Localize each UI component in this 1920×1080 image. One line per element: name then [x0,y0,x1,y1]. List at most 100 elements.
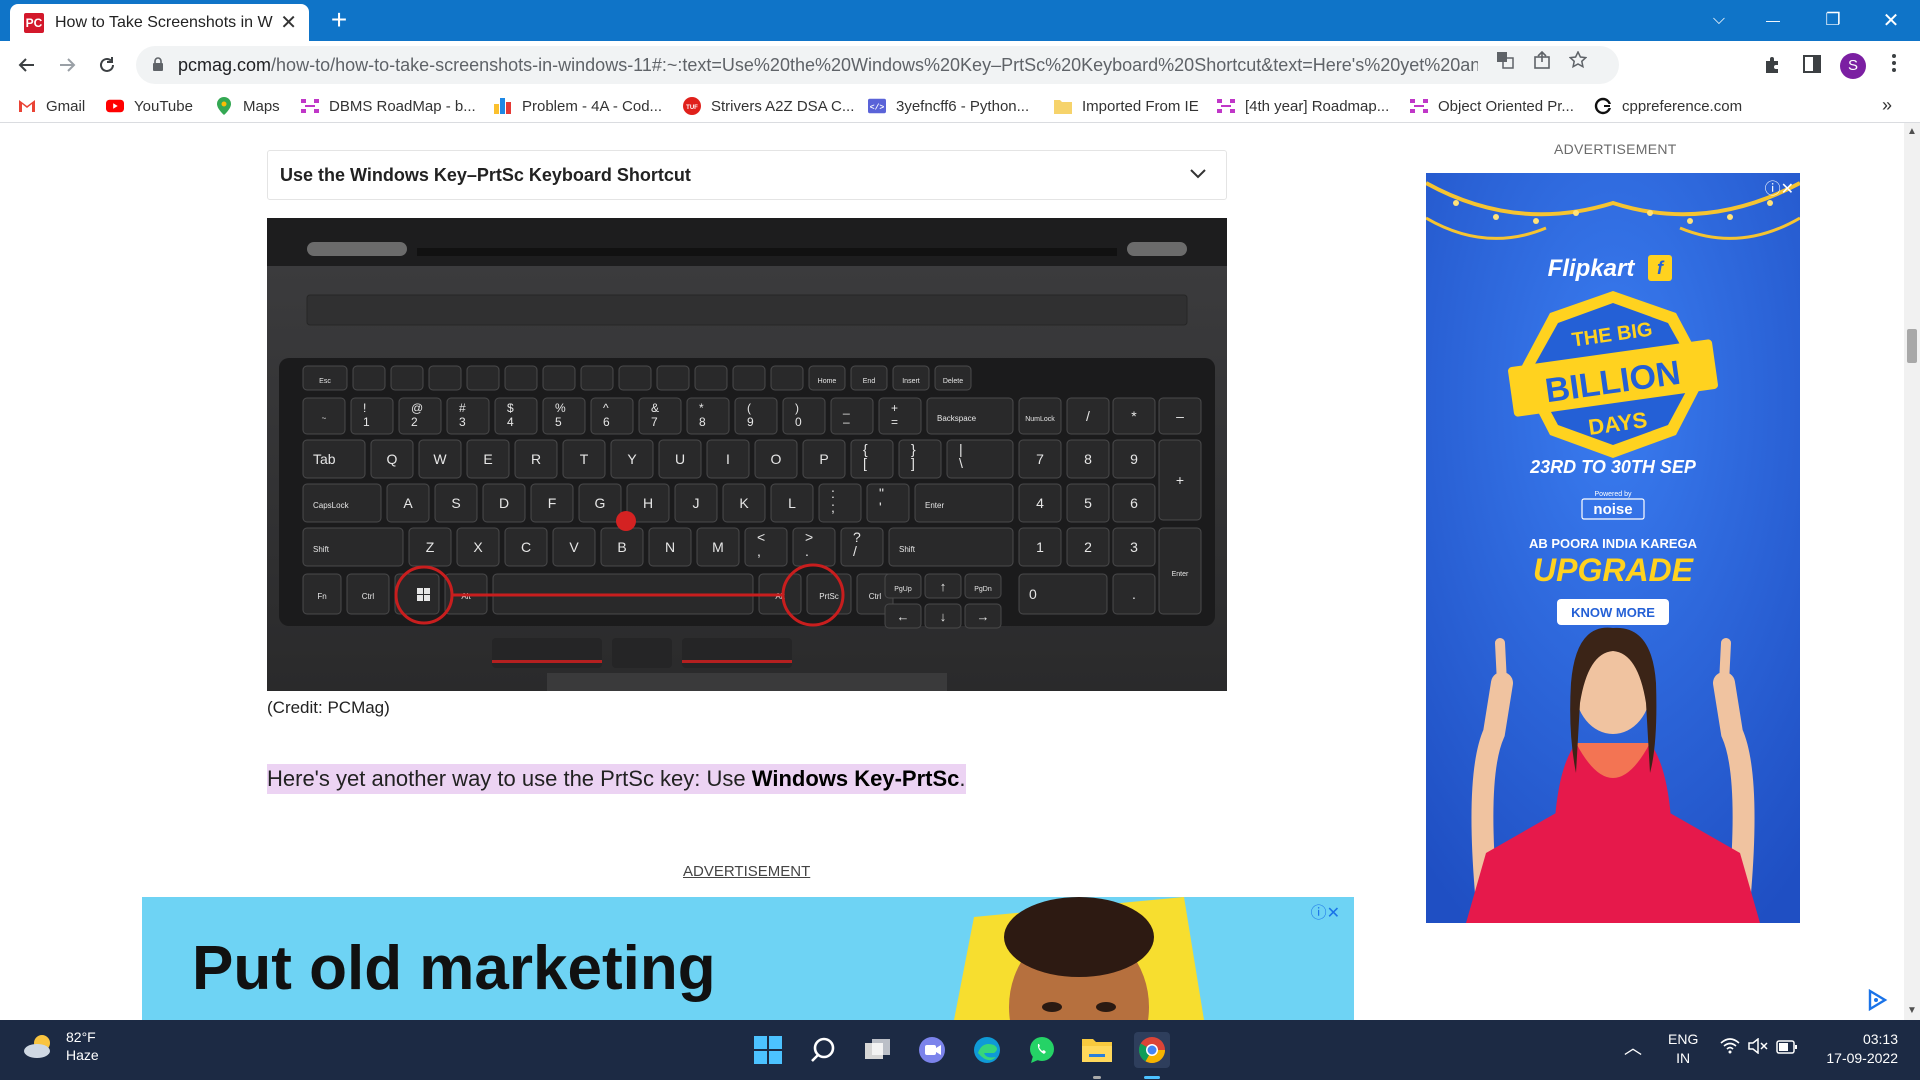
chrome-taskbar-icon[interactable] [1134,1032,1170,1068]
new-tab-button[interactable]: + [326,6,352,34]
key-label: Q [387,451,398,467]
reload-button[interactable] [92,50,122,80]
key-label: Delete [943,378,963,385]
chrome-menu-icon[interactable] [1887,53,1901,79]
extensions-puzzle-icon[interactable] [1762,55,1784,77]
minimize-button[interactable]: — [1750,4,1796,36]
ad-noise: noise [1593,501,1632,518]
tab-active[interactable]: PC How to Take Screenshots in Windows 11… [10,4,309,41]
key-label: Shift [313,545,330,554]
bottom-ad-banner[interactable]: Put old marketing ⓘ✕ [142,897,1354,1020]
cppreference-icon [1594,97,1612,115]
bookmark-label: Maps [243,97,280,115]
weather-widget[interactable]: 82°F Haze [22,1028,99,1064]
bookmark-youtube[interactable]: YouTube [106,95,193,117]
youtube-icon [106,97,124,115]
start-windows-icon[interactable] [750,1032,786,1068]
key-label: 5 [555,415,562,429]
side-panel-icon[interactable] [1801,55,1823,77]
key-label: O [771,451,782,467]
key-label: J [693,495,700,511]
url-text[interactable]: pcmag.com/how-to/how-to-take-screenshots… [178,55,1478,76]
key-label: 1 [363,415,370,429]
scroll-thumb[interactable] [1907,329,1917,363]
key-label: 4 [507,415,514,429]
bookmark-maps[interactable]: Maps [215,95,280,117]
whatsapp-icon[interactable] [1024,1032,1060,1068]
bookmark-oop[interactable]: Object Oriented Pr... [1410,95,1574,117]
bookmark-dbms-roadmap[interactable]: DBMS RoadMap - b... [301,95,476,117]
search-icon[interactable] [805,1032,841,1068]
key-label: K [739,495,749,511]
scroll-down-arrow-icon[interactable]: ▼ [1907,1006,1917,1016]
key-label: X [473,539,483,555]
keyboard-key [656,365,690,391]
bookmark-star-icon[interactable] [1568,50,1588,71]
bookmark-label: Strivers A2Z DSA C... [711,97,855,115]
tray-overflow-chevron-icon[interactable]: ︿ [1624,1034,1642,1060]
language-code: ENG [1668,1031,1699,1047]
share-icon[interactable] [1532,50,1552,71]
ad-tagline: AB POORA INDIA KAREGA [1529,536,1698,551]
system-clock[interactable]: 03:13 17-09-2022 [1818,1030,1898,1068]
forward-button[interactable] [52,50,82,80]
file-explorer-icon[interactable] [1079,1032,1115,1068]
battery-icon[interactable] [1776,1038,1798,1059]
edge-icon[interactable] [969,1032,1005,1068]
bookmarks-overflow-button[interactable]: » [1882,95,1892,116]
back-arrow-icon [18,58,34,72]
key-label: , [757,543,761,559]
bookmark-4th-year-roadmap[interactable]: [4th year] Roadmap... [1217,95,1389,117]
tab-close-icon[interactable]: ✕ [280,10,297,35]
flipkart-ad[interactable]: Flipkart f THE BIG BILLION DAYS 23RD TO … [1426,173,1800,923]
wifi-icon[interactable] [1720,1038,1740,1059]
ad-headline: Put old marketing [192,934,716,1003]
bookmark-strivers[interactable]: TUF Strivers A2Z DSA C... [683,95,854,117]
para-end: . [959,766,966,791]
key-label: T [580,451,589,467]
language-indicator[interactable]: ENG IN [1668,1030,1698,1068]
close-window-button[interactable]: ✕ [1868,4,1914,36]
keyboard-key [428,365,462,391]
address-bar[interactable]: pcmag.com/how-to/how-to-take-screenshots… [136,46,1619,84]
bookmark-label: Object Oriented Pr... [1438,97,1574,115]
restore-button[interactable]: ❐ [1810,4,1856,36]
tab-search-button[interactable]: ⌵ [1696,4,1742,36]
key-label: Enter [925,501,944,510]
ad-info-close-icon[interactable]: ⓘ✕ [1765,175,1794,199]
back-button[interactable] [12,50,42,80]
bookmark-label: Problem - 4A - Cod... [522,97,663,115]
key-label: L [788,495,796,511]
key-label: Esc [319,378,331,385]
key-label: & [651,401,659,415]
task-view-icon[interactable] [860,1032,896,1068]
bookmark-codeforces[interactable]: Problem - 4A - Cod... [494,95,662,117]
volume-muted-icon[interactable] [1748,1037,1768,1059]
bookmark-python[interactable]: </> 3yefncff6 - Python... [868,95,1029,117]
bookmark-gmail[interactable]: Gmail [18,95,85,117]
key-label: PrtSc [819,592,839,601]
scroll-up-arrow-icon[interactable]: ▲ [1907,127,1917,137]
section-accordion[interactable]: Use the Windows Key–PrtSc Keyboard Short… [267,150,1227,200]
profile-avatar[interactable]: S [1840,53,1866,79]
bookmark-cppreference[interactable]: cppreference.com [1594,95,1742,117]
ad-info-close-icon[interactable]: ⓘ✕ [1311,899,1340,923]
key-label: # [459,401,466,415]
key-label: ← [897,609,910,624]
teams-chat-icon[interactable] [914,1032,950,1068]
keyboard-key [504,365,538,391]
translate-icon[interactable] [1495,51,1515,71]
svg-text:</>: </> [870,104,885,113]
keyboard-key [818,483,862,523]
keyboard-key [840,527,884,567]
roadmap-icon [1410,97,1428,115]
advertisement-label[interactable]: ADVERTISEMENT [683,863,810,880]
page-scrollbar[interactable]: ▲ ▼ [1904,123,1920,1020]
key-label: M [712,539,724,555]
key-label: Enter [1172,571,1189,578]
bookmark-imported-ie[interactable]: Imported From IE [1054,95,1199,117]
windows-logo-icon [417,595,423,601]
windows-logo-icon [424,595,430,601]
adchoices-icon[interactable] [1866,989,1888,1011]
key-label: / [853,543,857,559]
